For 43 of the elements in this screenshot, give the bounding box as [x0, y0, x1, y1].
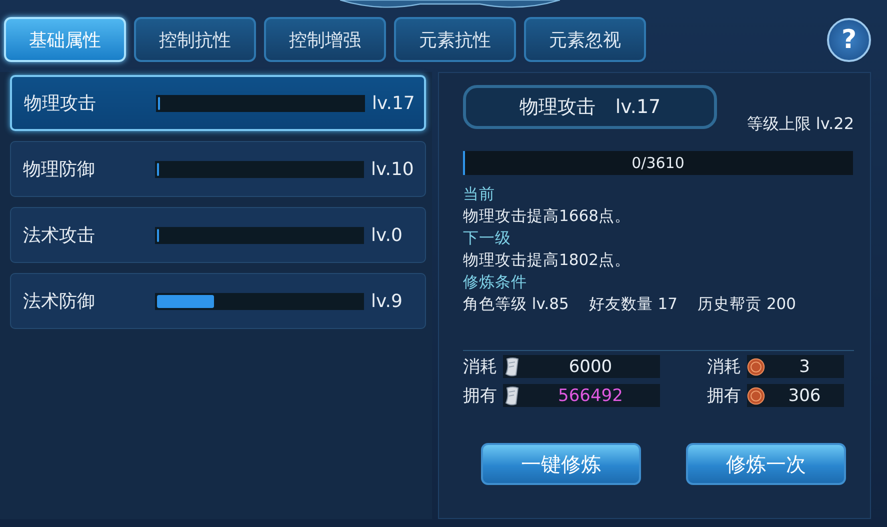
scroll-icon — [503, 386, 521, 406]
coin-icon — [747, 356, 765, 376]
skill-name: 法术攻击 — [23, 224, 96, 247]
skill-name: 法术防御 — [23, 290, 96, 313]
section-text: 物理攻击提高1668点。 — [463, 206, 632, 227]
tab[interactable]: 控制增强 — [264, 17, 386, 62]
skill-level: lv.0 — [371, 224, 402, 246]
coin-icon — [747, 386, 765, 406]
cost-value: 6000 — [568, 356, 614, 376]
condition-text: 历史帮贡 200 — [698, 294, 796, 315]
cost-label: 消耗 — [463, 356, 497, 378]
section-heading: 当前 — [463, 184, 496, 205]
skill-title: 物理攻击 — [519, 95, 596, 120]
level-cap: 等级上限 lv.22 — [746, 114, 854, 135]
condition-text: 角色等级 lv.85 — [463, 294, 569, 315]
section-heading: 下一级 — [463, 228, 512, 249]
scroll-icon — [503, 356, 521, 376]
skill-row[interactable]: 法术攻击 lv.0 — [10, 207, 426, 263]
tab[interactable]: 元素抗性 — [394, 17, 516, 62]
skill-level: lv.17 — [372, 92, 415, 114]
section-heading: 修炼条件 — [463, 272, 528, 293]
cost-label: 拥有 — [707, 385, 741, 407]
skill-level: lv.9 — [371, 290, 402, 312]
cost-label: 拥有 — [463, 385, 497, 407]
tab[interactable]: 元素忽视 — [524, 17, 646, 62]
skill-row[interactable]: 物理攻击 lv.17 — [10, 75, 426, 131]
tab[interactable]: 控制抗性 — [134, 17, 256, 62]
section-text: 物理攻击提高1802点。 — [463, 250, 632, 271]
progress-text: 0/3610 — [632, 154, 684, 172]
action-button[interactable]: 一键修炼 — [481, 443, 641, 485]
condition-text: 好友数量 17 — [588, 294, 678, 315]
cost-label: 消耗 — [707, 356, 741, 378]
help-button[interactable]: ? — [827, 18, 871, 62]
cost-value: 3 — [798, 356, 811, 376]
skill-level: lv.10 — [371, 158, 414, 180]
cost-value: 566492 — [557, 386, 624, 406]
skill-title-level: lv.17 — [615, 96, 661, 118]
skill-name: 物理防御 — [23, 158, 96, 181]
skill-row[interactable]: 法术防御 lv.9 — [10, 273, 426, 329]
cost-value: 306 — [787, 386, 822, 406]
action-button[interactable]: 修炼一次 — [686, 443, 846, 485]
skill-name: 物理攻击 — [24, 92, 97, 115]
skill-row[interactable]: 物理防御 lv.10 — [10, 141, 426, 197]
